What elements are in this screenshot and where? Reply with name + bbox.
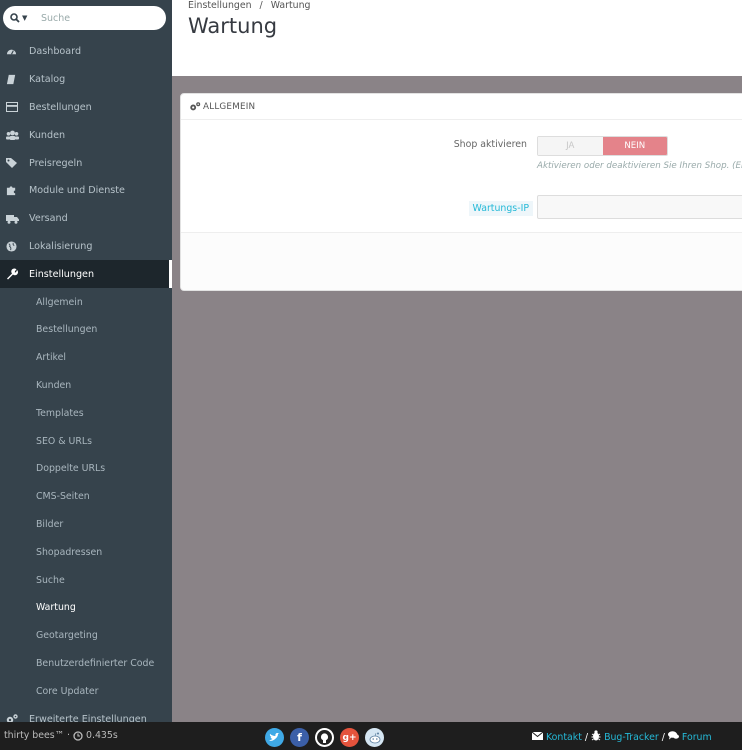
sidebar-item-label: Erweiterte Einstellungen [29, 713, 147, 722]
shop-activate-help: Aktivieren oder deaktivieren Sie Ihren S… [537, 161, 742, 171]
submenu-item-artikel[interactable]: Artikel [0, 344, 172, 372]
bugtracker-link[interactable]: Bug-Tracker [604, 732, 659, 743]
submenu-item-cms-seiten[interactable]: CMS-Seiten [0, 483, 172, 511]
submenu-item-geotargeting[interactable]: Geotargeting [0, 622, 172, 650]
maintenance-ip-label: Wartungs-IP [468, 201, 533, 216]
sidebar-item-kunden[interactable]: Kunden [0, 121, 172, 149]
submenu-item-suche[interactable]: Suche [0, 566, 172, 594]
submenu-item-bestellungen[interactable]: Bestellungen [0, 316, 172, 344]
sidebar-item-label: Module und Dienste [29, 185, 125, 197]
twitter-icon[interactable] [265, 728, 284, 747]
sidebar-menu: Dashboard Katalog Bestellungen Kunden Pr… [0, 38, 172, 722]
cogs-icon [0, 713, 29, 722]
sidebar-item-label: Versand [29, 213, 68, 225]
social-links: f g+ [265, 728, 384, 747]
submenu-item-allgemein[interactable]: Allgemein [0, 288, 172, 316]
bug-icon [591, 730, 601, 744]
sidebar-item-module[interactable]: Module und Dienste [0, 177, 172, 205]
submenu-item-doppelte-urls[interactable]: Doppelte URLs [0, 455, 172, 483]
google-plus-icon[interactable]: g+ [340, 728, 359, 747]
breadcrumb-current: Wartung [270, 0, 311, 11]
page-header: Einstellungen / Wartung Wartung [172, 0, 742, 76]
submenu-item-wartung[interactable]: Wartung [0, 594, 172, 622]
breadcrumb-separator: / [259, 0, 263, 11]
shop-activate-label: Shop aktivieren [453, 139, 527, 150]
chevron-down-icon: ▼ [22, 14, 28, 22]
panel-footer [181, 232, 742, 290]
github-icon[interactable] [315, 728, 334, 747]
toggle-no-option[interactable]: NEIN [602, 137, 667, 155]
puzzle-icon [0, 185, 29, 196]
sidebar-item-versand[interactable]: Versand [0, 205, 172, 233]
wrench-icon [0, 268, 29, 280]
sidebar-item-label: Preisregeln [29, 157, 83, 169]
submenu-item-shopadressen[interactable]: Shopadressen [0, 538, 172, 566]
footer-links: Kontakt / Bug-Tracker / Forum [531, 730, 712, 744]
footer-separator: / [661, 731, 665, 743]
breadcrumb: Einstellungen / Wartung [188, 0, 310, 11]
breadcrumb-parent[interactable]: Einstellungen [188, 0, 252, 11]
submenu-item-templates[interactable]: Templates [0, 399, 172, 427]
sidebar-item-bestellungen[interactable]: Bestellungen [0, 94, 172, 122]
sidebar-item-katalog[interactable]: Katalog [0, 66, 172, 94]
general-settings-panel: ALLGEMEIN Shop aktivieren JA NEIN Aktivi… [180, 93, 742, 291]
envelope-icon [531, 731, 544, 743]
dashboard-icon [0, 46, 29, 57]
sidebar-item-label: Kunden [29, 129, 66, 141]
submenu-item-core-updater[interactable]: Core Updater [0, 677, 172, 705]
footer-separator: / [584, 731, 589, 743]
globe-icon [0, 241, 29, 252]
comments-icon [667, 731, 679, 743]
users-icon [0, 130, 29, 141]
submenu-item-seo-urls[interactable]: SEO & URLs [0, 427, 172, 455]
panel-heading: ALLGEMEIN [181, 94, 742, 120]
book-icon [0, 74, 29, 85]
search-input[interactable] [41, 12, 151, 24]
sidebar-item-erweiterte-einstellungen[interactable]: Erweiterte Einstellungen [0, 705, 172, 722]
submenu-item-bilder[interactable]: Bilder [0, 511, 172, 539]
search-icon [10, 13, 20, 23]
maintenance-ip-input[interactable] [537, 195, 742, 219]
submenu-item-kunden[interactable]: Kunden [0, 372, 172, 400]
footer-load-time: 0.435s [86, 730, 118, 741]
sidebar: ▼ Dashboard Katalog Bestellungen Kunden … [0, 0, 172, 722]
panel-title: ALLGEMEIN [203, 101, 256, 112]
forum-link[interactable]: Forum [682, 732, 712, 743]
cogs-icon [190, 101, 201, 110]
footer-info: thirty bees™ · 0.435s [4, 730, 118, 741]
sidebar-item-lokalisierung[interactable]: Lokalisierung [0, 233, 172, 261]
sidebar-item-label: Einstellungen [29, 268, 95, 280]
shop-activate-toggle[interactable]: JA NEIN [537, 136, 668, 156]
tags-icon [0, 158, 29, 169]
page-title: Wartung [188, 14, 278, 38]
page-footer: thirty bees™ · 0.435s f g+ Kontakt / Bug… [0, 722, 742, 750]
settings-submenu: Allgemein Bestellungen Artikel Kunden Te… [0, 288, 172, 705]
footer-brand: thirty bees™ · [4, 730, 70, 741]
facebook-icon[interactable]: f [290, 728, 309, 747]
sidebar-item-label: Dashboard [29, 46, 82, 58]
toggle-yes-option[interactable]: JA [538, 137, 603, 155]
contact-link[interactable]: Kontakt [546, 732, 582, 743]
sidebar-item-label: Bestellungen [29, 101, 92, 113]
search-box: ▼ [3, 6, 166, 30]
truck-icon [0, 214, 29, 224]
sidebar-item-label: Katalog [29, 74, 66, 86]
sidebar-item-dashboard[interactable]: Dashboard [0, 38, 172, 66]
submenu-item-benutzerdefinierter-code[interactable]: Benutzerdefinierter Code [0, 650, 172, 678]
search-dropdown-button[interactable]: ▼ [3, 6, 41, 30]
sidebar-item-preisregeln[interactable]: Preisregeln [0, 149, 172, 177]
reddit-icon[interactable] [365, 728, 384, 747]
clock-icon [73, 730, 83, 741]
credit-card-icon [0, 102, 29, 113]
sidebar-item-einstellungen[interactable]: Einstellungen [0, 260, 172, 289]
sidebar-item-label: Lokalisierung [29, 240, 93, 252]
